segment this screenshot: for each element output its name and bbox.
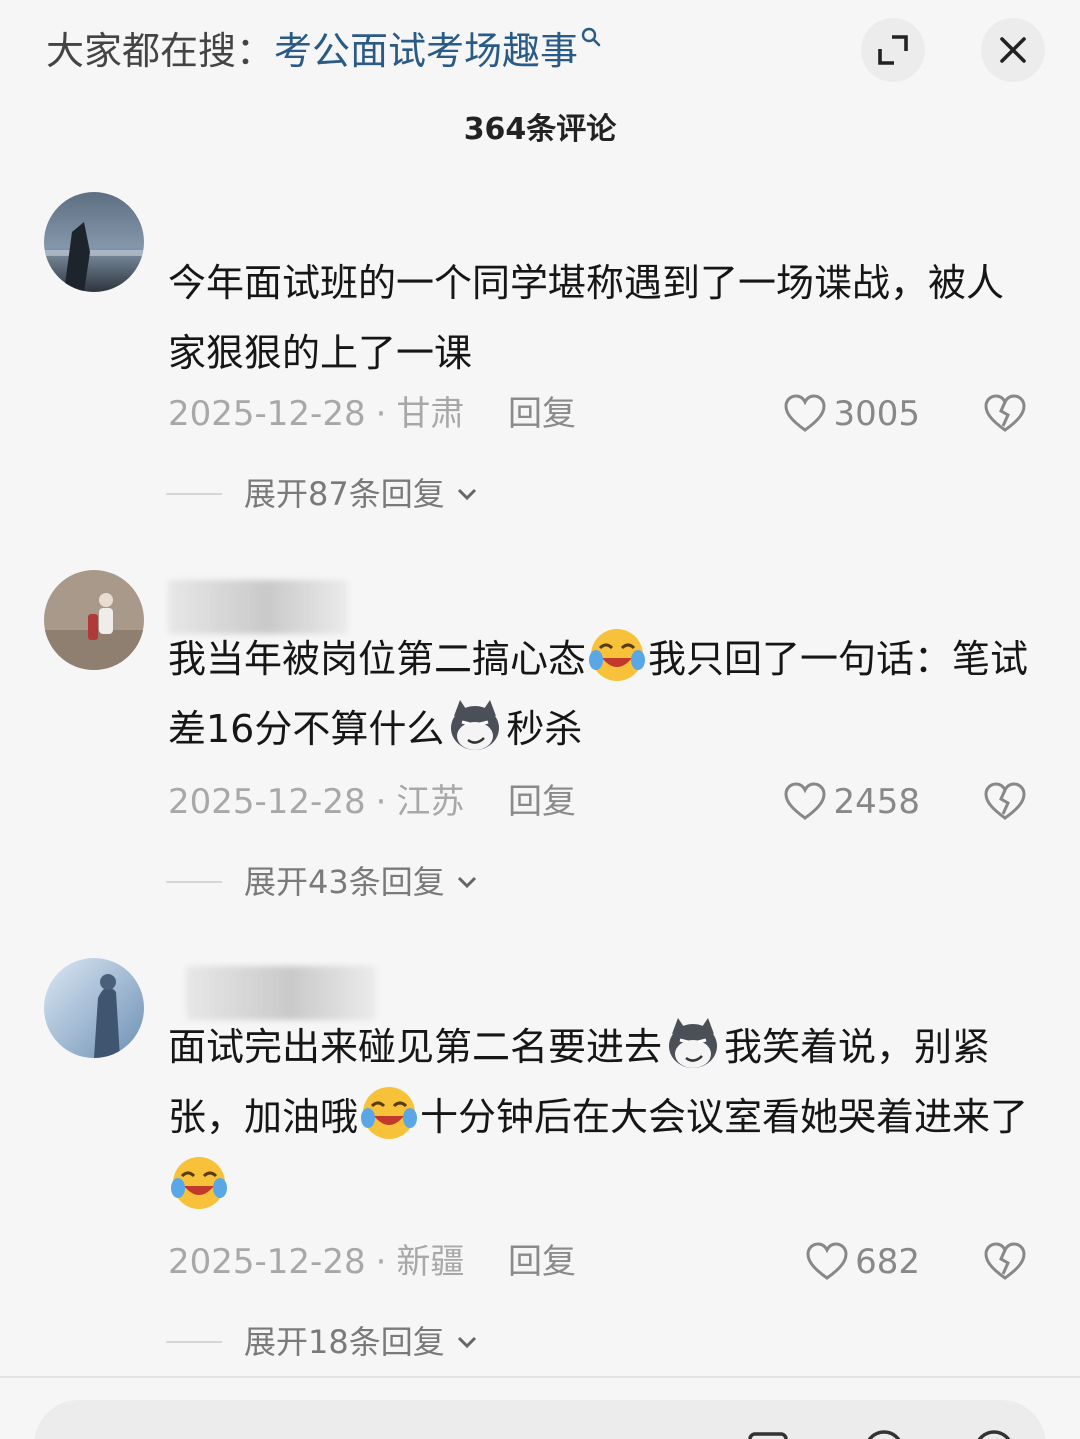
comment-text: 我当年被岗位第二搞心态 我只回了一句话：笔试差16分不算什么 秒杀 [168, 624, 1038, 764]
expand-replies-label: 展开87条回复 [244, 475, 445, 513]
emoji-icon[interactable] [970, 1426, 1018, 1439]
divider-line [166, 1341, 222, 1343]
comment-text: 面试完出来碰见第二名要进去 我笑着说，别紧张，加油哦 十分钟后在大会议室看她哭着进来… [168, 1012, 1038, 1222]
heart-icon [784, 394, 826, 432]
like-count: 682 [855, 1242, 920, 1282]
comment-location: 甘肃 [396, 394, 465, 434]
dislike-icon[interactable] [983, 780, 1027, 824]
comment-date: 2025-12-28 [168, 1242, 366, 1282]
comment-date: 2025-12-28 [168, 394, 366, 434]
smirking-dog-emoji [669, 1018, 718, 1068]
like-button[interactable]: 2458 [783, 780, 920, 824]
reply-button[interactable]: 回复 [508, 392, 576, 436]
close-icon [1000, 37, 1026, 63]
expand-replies-button[interactable]: 展开18条回复 [166, 1320, 481, 1364]
like-count: 3005 [833, 394, 920, 434]
expand-button[interactable] [861, 18, 925, 82]
divider-line [166, 493, 222, 495]
laughing-crying-emoji [361, 1087, 418, 1139]
image-icon[interactable] [744, 1426, 792, 1439]
comment-meta: 2025-12-28 · 江苏 [168, 780, 464, 824]
dislike-icon[interactable] [983, 1240, 1027, 1284]
reply-button[interactable]: 回复 [508, 780, 576, 824]
expand-replies-label: 展开43条回复 [244, 863, 445, 901]
chevron-down-icon [457, 1336, 476, 1349]
comment-meta: 2025-12-28 · 新疆 [168, 1240, 464, 1284]
laughing-crying-emoji [171, 1157, 227, 1209]
comment-text-part: 面试完出来碰见第二名要进去 [168, 1025, 663, 1069]
comment-meta: 2025-12-28 · 甘肃 [168, 392, 464, 436]
expand-replies-label: 展开18条回复 [244, 1323, 445, 1361]
avatar[interactable] [44, 958, 144, 1058]
divider-line [166, 881, 222, 883]
chevron-down-icon [457, 876, 476, 889]
dislike-icon[interactable] [983, 392, 1027, 436]
like-count: 2458 [833, 782, 920, 822]
expand-replies-button[interactable]: 展开43条回复 [166, 860, 481, 904]
heart-icon [806, 1242, 848, 1280]
meta-separator: · [375, 782, 387, 822]
laughing-crying-emoji [589, 629, 646, 681]
comment-text-part: 我当年被岗位第二搞心态 [168, 637, 587, 681]
search-term-link[interactable]: 考公面试考场趣事 [274, 29, 578, 73]
search-icon[interactable] [580, 26, 602, 52]
avatar[interactable] [44, 570, 144, 670]
comment-text-part: 十分钟后在大会议室看她哭着进来了 [420, 1095, 1029, 1139]
close-button[interactable] [981, 18, 1045, 82]
search-prefix: 大家都在搜： [46, 29, 275, 73]
bottom-divider [0, 1376, 1080, 1378]
avatar[interactable] [44, 192, 144, 292]
comment-input-bar[interactable] [34, 1400, 1046, 1439]
like-button[interactable]: 3005 [783, 392, 920, 436]
chevron-down-icon [457, 488, 476, 501]
comment-location: 新疆 [396, 1242, 465, 1282]
comment-count-title: 364条评论 [463, 112, 617, 147]
expand-replies-button[interactable]: 展开87条回复 [166, 472, 481, 516]
at-icon[interactable] [860, 1426, 908, 1439]
heart-icon [784, 782, 826, 820]
reply-button[interactable]: 回复 [508, 1240, 576, 1284]
comment-text-part: 秒杀 [506, 707, 583, 751]
top-bar: 大家都在搜：考公面试考场趣事 [0, 0, 1080, 100]
comment-location: 江苏 [396, 782, 465, 822]
comment-date: 2025-12-28 [168, 782, 366, 822]
meta-separator: · [375, 1242, 387, 1282]
meta-separator: · [375, 394, 387, 434]
expand-icon [878, 35, 908, 65]
comment-text: 今年面试班的一个同学堪称遇到了一场谍战，被人家狠狠的上了一课 [168, 261, 1005, 375]
smirking-dog-emoji [451, 700, 500, 750]
like-button[interactable]: 682 [805, 1240, 920, 1284]
search-suggestion[interactable]: 大家都在搜：考公面试考场趣事 [46, 26, 602, 76]
